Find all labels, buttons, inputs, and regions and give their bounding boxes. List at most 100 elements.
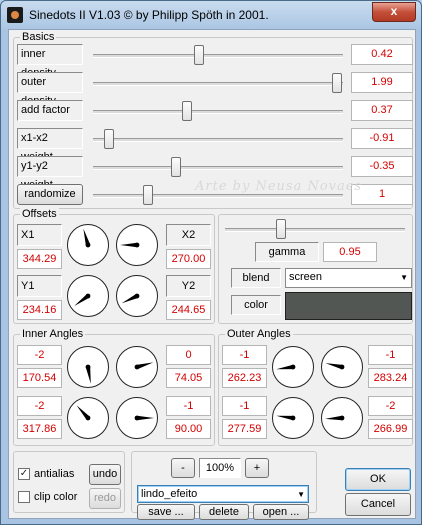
x1-dial[interactable] [66, 223, 110, 267]
redo-button[interactable]: redo [89, 488, 121, 509]
slider-thumb[interactable] [171, 157, 181, 177]
inner-angle-dial[interactable] [66, 396, 110, 440]
x1-value[interactable]: 344.29 [17, 249, 62, 269]
outer-angle-dial[interactable] [320, 396, 364, 440]
x2-label: X2 [166, 224, 211, 246]
basics-row-value[interactable]: -0.35 [351, 156, 413, 177]
inner-angle-dial[interactable] [66, 345, 110, 389]
preset-select[interactable]: lindo_efeito ▼ [137, 485, 309, 503]
gamma-slider-track [225, 228, 405, 232]
slider-track [93, 54, 343, 58]
outer-left-top-value[interactable]: 262.23 [222, 368, 267, 388]
offsets-title: Offsets [20, 208, 59, 220]
y2-label: Y2 [166, 275, 211, 297]
y1-dial[interactable] [66, 274, 110, 318]
title-bar: Sinedots II V1.03 © by Philipp Spöth in … [1, 1, 421, 29]
inner-right-top-value[interactable]: 74.05 [166, 368, 211, 388]
clip-color-label: clip color [34, 491, 78, 503]
open-preset-button[interactable]: open ... [253, 504, 309, 520]
outer-right-top-int[interactable]: -1 [368, 345, 413, 365]
slider-thumb[interactable] [331, 73, 342, 93]
x2-value[interactable]: 270.00 [166, 249, 211, 269]
outer-angle-dial[interactable] [320, 345, 364, 389]
blend-select-value: screen [289, 271, 323, 283]
clip-color-checkbox[interactable] [18, 491, 30, 503]
basics-slider[interactable] [93, 156, 343, 178]
slider-track [93, 82, 343, 86]
basics-slider[interactable] [93, 128, 343, 150]
basics-row-value[interactable]: -0.91 [351, 128, 413, 149]
preset-select-value: lindo_efeito [141, 488, 198, 500]
color-label: color [231, 295, 281, 315]
x2-dial[interactable] [115, 223, 159, 267]
basics-row-value[interactable]: 0.37 [351, 100, 413, 121]
close-button[interactable]: x [372, 2, 416, 22]
slider-track [93, 110, 343, 114]
watermark: Arte by Neusa Novaes [195, 179, 363, 194]
undo-button[interactable]: undo [89, 464, 121, 485]
basics-row-label: add factor [17, 100, 83, 121]
slider-track [93, 166, 343, 170]
basics-row-value[interactable]: 1.99 [351, 72, 413, 93]
basics-row-label: x1-x2 weight [17, 128, 83, 163]
outer-left-bottom-int[interactable]: -1 [222, 396, 267, 416]
slider-thumb[interactable] [143, 185, 154, 205]
y2-value[interactable]: 244.65 [166, 300, 211, 320]
inner-right-top-int[interactable]: 0 [166, 345, 211, 365]
zoom-out-button[interactable]: - [171, 458, 195, 478]
y2-dial[interactable] [115, 274, 159, 318]
chevron-down-icon: ▼ [400, 273, 408, 282]
outer-right-bottom-value[interactable]: 266.99 [368, 419, 413, 439]
inner-angle-dial[interactable] [115, 396, 159, 440]
outer-angle-dial[interactable] [271, 345, 315, 389]
inner-left-bottom-int[interactable]: -2 [17, 396, 62, 416]
basics-slider[interactable] [93, 100, 343, 122]
zoom-in-button[interactable]: + [245, 458, 269, 478]
zoom-value: 100% [199, 458, 241, 478]
outer-angle-dial[interactable] [271, 396, 315, 440]
blend-label: blend [231, 268, 281, 288]
gamma-slider[interactable] [225, 218, 405, 240]
dialog-client: Basics inner density 0.42 outer density 1.9… [8, 29, 416, 520]
slider-track [93, 138, 343, 142]
outer-angles-title: Outer Angles [225, 328, 293, 340]
window-title: Sinedots II V1.03 © by Philipp Spöth in … [29, 8, 269, 22]
inner-angle-dial[interactable] [115, 345, 159, 389]
app-icon [7, 7, 23, 23]
antialias-checkbox[interactable]: ✓ [18, 468, 30, 480]
plugin-window: Sinedots II V1.03 © by Philipp Spöth in … [0, 0, 422, 525]
inner-right-bottom-value[interactable]: 90.00 [166, 419, 211, 439]
chevron-down-icon: ▼ [297, 490, 305, 499]
antialias-label: antialias [34, 468, 75, 480]
slider-thumb[interactable] [103, 129, 114, 149]
outer-right-bottom-int[interactable]: -2 [368, 396, 413, 416]
basics-row-label: inner density [17, 44, 83, 79]
randomize-button[interactable]: randomize [17, 184, 83, 205]
blend-select[interactable]: screen ▼ [285, 268, 412, 288]
basics-slider[interactable] [93, 72, 343, 94]
outer-left-top-int[interactable]: -1 [222, 345, 267, 365]
basics-row-value[interactable]: 0.42 [351, 44, 413, 65]
save-preset-button[interactable]: save ... [137, 504, 195, 520]
inner-left-bottom-value[interactable]: 317.86 [17, 419, 62, 439]
delete-preset-button[interactable]: delete [199, 504, 249, 520]
cancel-button[interactable]: Cancel [345, 493, 411, 516]
inner-right-bottom-int[interactable]: -1 [166, 396, 211, 416]
outer-right-top-value[interactable]: 283.24 [368, 368, 413, 388]
slider-thumb[interactable] [181, 101, 192, 121]
basics-row-label: outer density [17, 72, 83, 107]
ok-button[interactable]: OK [345, 468, 411, 491]
color-swatch[interactable] [285, 292, 412, 320]
basics-row-label: y1-y2 weight [17, 156, 83, 191]
inner-left-top-value[interactable]: 170.54 [17, 368, 62, 388]
gamma-label: gamma [255, 242, 319, 262]
basics-slider[interactable] [93, 44, 343, 66]
y1-value[interactable]: 234.16 [17, 300, 62, 320]
slider-track [93, 194, 343, 198]
inner-angles-title: Inner Angles [20, 328, 86, 340]
outer-left-bottom-value[interactable]: 277.59 [222, 419, 267, 439]
gamma-slider-thumb[interactable] [276, 219, 286, 239]
slider-thumb[interactable] [193, 45, 204, 65]
gamma-value[interactable]: 0.95 [323, 242, 377, 262]
inner-left-top-int[interactable]: -2 [17, 345, 62, 365]
